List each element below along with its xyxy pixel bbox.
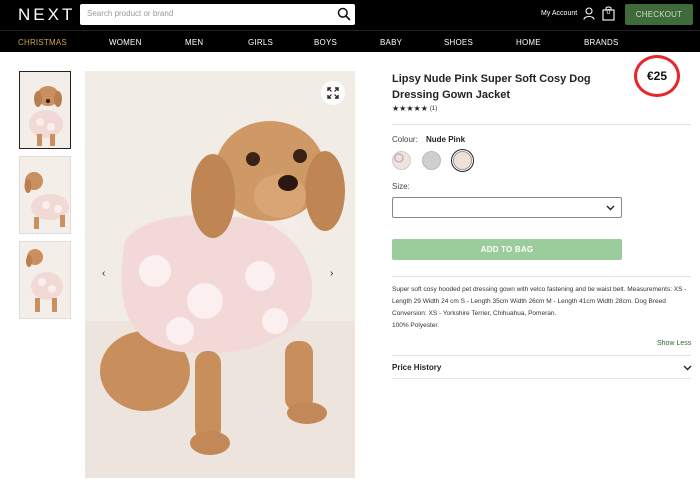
- divider: [392, 276, 691, 277]
- previous-image-arrow-icon[interactable]: ‹: [102, 268, 105, 279]
- colour-swatch-pink-pattern[interactable]: [392, 151, 411, 170]
- product-description: Super soft cosy hooded pet dressing gown…: [392, 286, 687, 317]
- rating-count: (1): [429, 106, 438, 112]
- bag-count: 0: [606, 9, 611, 16]
- dog-thumbnail-image: [20, 157, 70, 233]
- product-title: Lipsy Nude Pink Super Soft Cosy Dog Dres…: [392, 73, 591, 101]
- product-rating[interactable]: ★★★★★ (1): [392, 104, 437, 113]
- show-less-link[interactable]: Show Less: [657, 340, 691, 347]
- colour-swatch-grey[interactable]: [422, 151, 441, 170]
- size-label: Size:: [392, 182, 410, 191]
- dog-photo: [85, 71, 355, 478]
- chevron-down-icon: [606, 205, 615, 211]
- product-thumbnail-1[interactable]: [19, 71, 71, 149]
- top-header: NEXT Search product or brand My Account …: [0, 0, 700, 30]
- search-icon[interactable]: [337, 7, 351, 21]
- nav-item-shoes[interactable]: SHOES: [444, 38, 473, 47]
- colour-value: Nude Pink: [426, 135, 466, 144]
- dog-thumbnail-image: [20, 242, 70, 318]
- main-nav: CHRISTMAS WOMEN MEN GIRLS BOYS BABY SHOE…: [0, 30, 700, 52]
- user-icon[interactable]: [583, 7, 595, 20]
- nav-item-girls[interactable]: GIRLS: [248, 38, 273, 47]
- nav-item-brands[interactable]: BRANDS: [584, 38, 619, 47]
- expand-image-button[interactable]: [321, 81, 345, 105]
- checkout-button[interactable]: CHECKOUT: [625, 4, 693, 25]
- colour-swatch-nude-pink[interactable]: [450, 148, 475, 173]
- product-thumbnail-3[interactable]: [19, 241, 71, 319]
- divider: [392, 378, 691, 379]
- nav-item-boys[interactable]: BOYS: [314, 38, 337, 47]
- search-input[interactable]: Search product or brand: [87, 9, 173, 18]
- product-thumbnail-2[interactable]: [19, 156, 71, 234]
- divider: [392, 124, 691, 125]
- nav-item-home[interactable]: HOME: [516, 38, 541, 47]
- product-main-image[interactable]: [85, 71, 355, 478]
- search-bar[interactable]: Search product or brand: [80, 4, 355, 25]
- site-logo[interactable]: NEXT: [18, 5, 75, 25]
- nav-item-baby[interactable]: BABY: [380, 38, 402, 47]
- divider: [392, 355, 691, 356]
- rating-stars-icon: ★★★★★: [392, 104, 428, 113]
- chevron-down-icon[interactable]: [683, 363, 692, 372]
- my-account-link[interactable]: My Account: [541, 10, 577, 17]
- colour-label: Colour:: [392, 135, 418, 144]
- next-image-arrow-icon[interactable]: ›: [330, 268, 333, 279]
- price-history-toggle[interactable]: Price History: [392, 363, 441, 372]
- nav-item-men[interactable]: MEN: [185, 38, 203, 47]
- nav-item-christmas[interactable]: CHRISTMAS: [18, 38, 67, 47]
- nav-item-women[interactable]: WOMEN: [109, 38, 142, 47]
- size-select[interactable]: [392, 197, 622, 218]
- product-material: 100% Polyester.: [392, 322, 439, 329]
- product-price: €25: [646, 69, 668, 83]
- expand-icon: [327, 87, 339, 99]
- dog-thumbnail-image: [20, 72, 70, 148]
- add-to-bag-button[interactable]: ADD TO BAG: [392, 239, 622, 260]
